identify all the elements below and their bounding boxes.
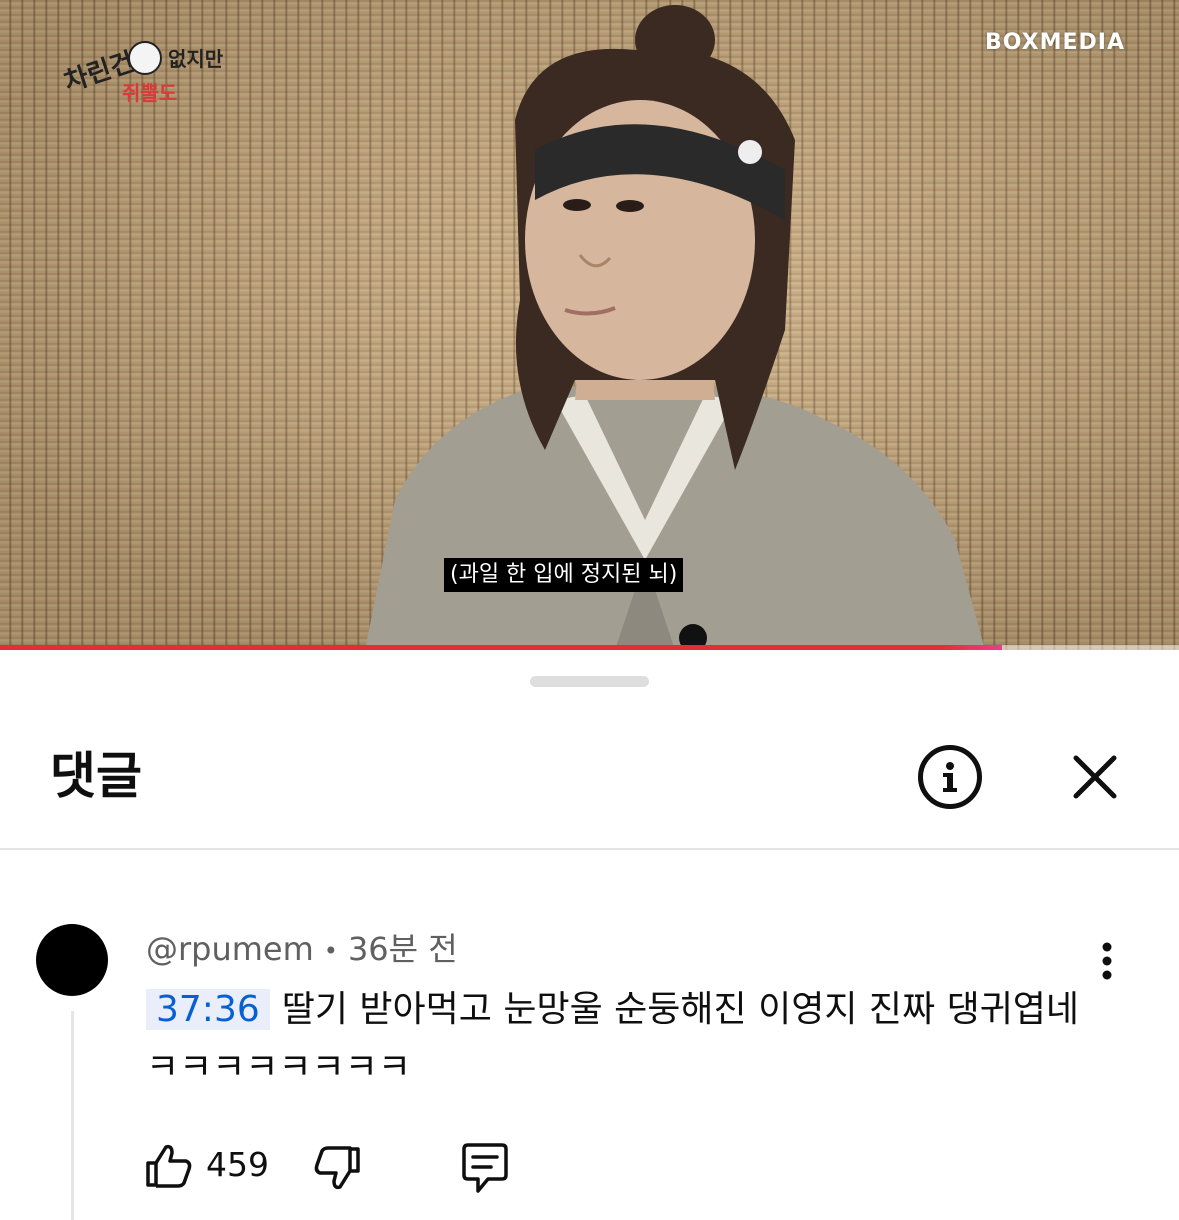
progress-bar-fill: [0, 645, 1003, 650]
more-vert-icon[interactable]: [1092, 941, 1122, 981]
svg-text:없지만: 없지만: [168, 47, 224, 71]
header-divider: [0, 848, 1179, 850]
channel-logo: BOXMEDIA: [984, 30, 1125, 55]
comment-timestamp-link[interactable]: 37:36: [146, 989, 270, 1030]
meta-separator: •: [323, 937, 338, 965]
reply-icon[interactable]: [458, 1141, 512, 1195]
comments-title: 댓글: [50, 747, 142, 805]
comment-meta: @rpumem • 36분 전: [146, 929, 458, 971]
comment-time: 36분 전: [347, 930, 458, 968]
video-player[interactable]: 차린건 쥐뿔도 없지만 BOXMEDIA (과일 한 입에 정지된 뇌): [0, 0, 1179, 650]
like-count: 459: [206, 1145, 269, 1184]
video-subtitle: (과일 한 입에 정지된 뇌): [444, 558, 684, 592]
drag-handle[interactable]: [530, 676, 649, 687]
thread-line: [71, 1011, 74, 1220]
svg-text:쥐뿔도: 쥐뿔도: [122, 81, 177, 105]
comment-body: 37:36 딸기 받아먹고 눈망울 순둥해진 이영지 진짜 댕귀엽네 ㅋㅋㅋㅋㅋㅋ…: [146, 981, 1106, 1097]
comment-text: 딸기 받아먹고 눈망울 순둥해진 이영지 진짜 댕귀엽네 ㅋㅋㅋㅋㅋㅋㅋㅋ: [146, 989, 1080, 1088]
comment-author[interactable]: @rpumem: [146, 930, 314, 968]
show-logo: 차린건 쥐뿔도 없지만: [60, 41, 224, 105]
comments-sheet: 댓글 @rpumem • 36분 전 37:36 딸기 받아먹고 눈망울 순둥해진 이…: [0, 651, 1179, 1220]
info-circle-icon[interactable]: [918, 745, 982, 809]
progress-bar[interactable]: [0, 645, 1179, 650]
avatar[interactable]: [36, 924, 108, 996]
video-frame-person: [365, 5, 985, 650]
thumbs-up-icon[interactable]: [144, 1141, 194, 1191]
thumbs-down-icon[interactable]: [312, 1145, 362, 1195]
close-icon[interactable]: [1068, 750, 1122, 804]
